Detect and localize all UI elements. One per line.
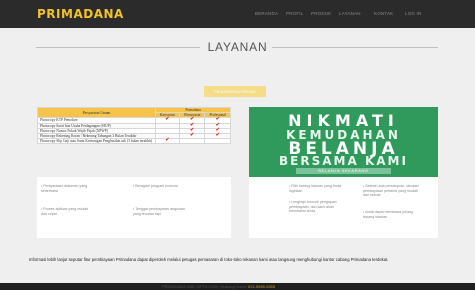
table-header-requirements: Persyaratan Umum — [37, 106, 156, 119]
official-marketing-button[interactable]: PEMASARAN RESMI — [204, 86, 266, 97]
feature-item: Setelah ada persetujuan, lakukan pembaya… — [363, 184, 423, 198]
promo-line-bersama-kami: BERSAMA KAMI — [279, 154, 408, 168]
info-paragraph: Informasi lebih lanjut seputar fitur pem… — [29, 257, 389, 262]
nav-item-login[interactable]: LOG IN — [405, 11, 421, 16]
check-mark — [178, 138, 206, 145]
steps-card: Pilih barang idaman yang Anda inginkan L… — [249, 177, 438, 238]
nav-item-kontak[interactable]: KONTAK — [374, 11, 393, 16]
title-divider-right — [272, 47, 438, 48]
feature-item: Proses aplikasi yang mudah dan cepat — [41, 207, 93, 216]
feature-item: Pilih barang idaman yang Anda inginkan — [289, 184, 341, 193]
table-row: Photocopy Slip Gaji atau Surat Keteranga… — [37, 138, 231, 145]
benefits-card: Persyaratan dokumen yang sederhana Prose… — [37, 177, 231, 238]
feature-item: Tenggat pembayaran angsuran yang tercata… — [133, 207, 193, 216]
promo-shop-now-tag[interactable]: BELANJA SEKARANG — [296, 168, 391, 174]
feature-item: Persyaratan dokumen yang sederhana — [41, 184, 93, 193]
nav-item-beranda[interactable]: BERANDA — [255, 11, 278, 16]
feature-item: Anda dapat membawa pulang barang idaman — [363, 210, 423, 219]
feature-item: Lengkapi formulir pengajuan pembiayaan, … — [289, 200, 341, 214]
nav-item-produk[interactable]: PRODUK — [311, 11, 331, 16]
footer-bar: PRIMADANA HAK CIPTA 2019 | Hubungi Kami:… — [0, 283, 475, 290]
top-navigation-bar: PRIMADANA BERANDA PROFIL PRODUK LAYANAN … — [0, 0, 475, 28]
promo-banner[interactable]: NIKMATI KEMUDAHAN BELANJA BERSAMA KAMI B… — [249, 107, 438, 177]
check-mark: ✔ — [155, 138, 180, 145]
feature-item: Beragam program promosi — [133, 184, 197, 189]
requirements-table: Persyaratan Umum Primadana Karyawan Wira… — [37, 106, 231, 145]
check-mark — [204, 138, 231, 145]
footer-copyright: PRIMADANA HAK CIPTA 2019 | Hubungi Kami: — [162, 283, 247, 289]
row-label: Photocopy Slip Gaji atau Surat Keteranga… — [37, 138, 156, 145]
nav-item-layanan[interactable]: LAYANAN — [339, 11, 361, 16]
nav-item-profil[interactable]: PROFIL — [286, 11, 303, 16]
footer-contact-link[interactable]: 021-5555-5555 — [248, 284, 275, 289]
main-nav: BERANDA PROFIL PRODUK LAYANAN KONTAK LOG… — [0, 11, 475, 21]
